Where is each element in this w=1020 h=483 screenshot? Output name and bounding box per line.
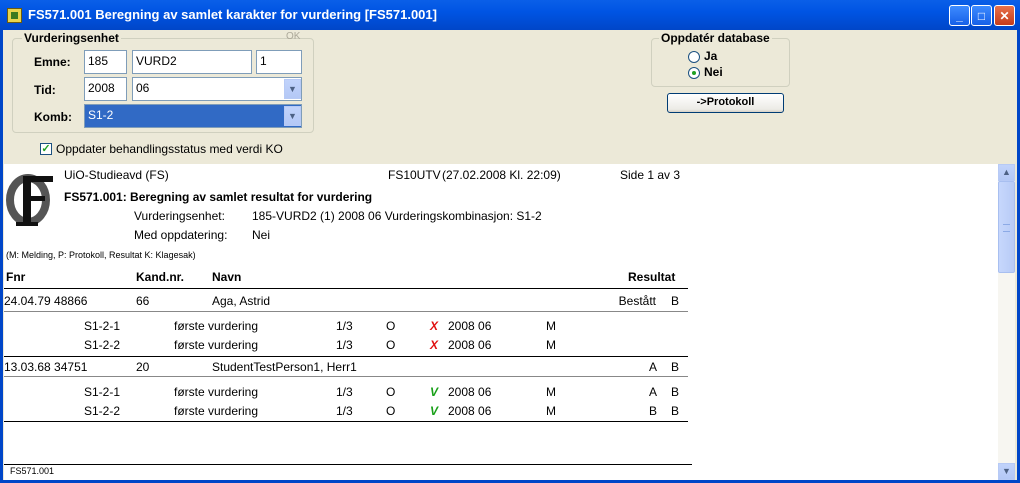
vurdering-o: O	[386, 385, 396, 399]
student-flag: B	[671, 360, 680, 374]
row-rule	[4, 311, 688, 312]
komb-dropdown-chevron-down-icon[interactable]: ▼	[284, 106, 301, 126]
report-org: UiO-Studieavd (FS)	[64, 168, 169, 182]
fail-mark-icon: X	[430, 319, 439, 333]
oppdater-status-checkbox[interactable]: ✓	[40, 143, 52, 155]
footer-rule	[4, 464, 692, 465]
vurdering-fraction: 1/3	[336, 319, 353, 333]
komb-select[interactable]: S1-2	[84, 104, 302, 128]
radio-ja-label[interactable]: Ja	[704, 49, 717, 63]
emne-label: Emne:	[34, 55, 71, 69]
oppdater-database-label: Oppdatér database	[659, 31, 772, 45]
vurderingsenhet-label: Vurderingsenhet	[22, 31, 121, 45]
report-footer: FS571.001	[10, 466, 55, 476]
vurdering-code: S1-2-1	[84, 385, 121, 399]
student-rule	[4, 421, 688, 422]
med-oppdatering-value: Nei	[252, 228, 271, 242]
vurdering-o: O	[386, 319, 396, 333]
report-preview[interactable]: UiO-Studieavd (FS) FS10UTV (27.02.2008 K…	[4, 164, 998, 480]
radio-ja[interactable]	[688, 51, 700, 63]
oppdater-status-label[interactable]: Oppdater behandlingsstatus med verdi KO	[56, 142, 283, 156]
vurdering-flag: B	[671, 385, 680, 399]
vurdering-term: 2008 06	[448, 338, 492, 352]
vurdering-fraction: 1/3	[336, 404, 353, 418]
maximize-button[interactable]: □	[971, 5, 992, 26]
minimize-button[interactable]: _	[949, 5, 970, 26]
fail-mark-icon: X	[430, 338, 439, 352]
window-frame-left	[0, 30, 3, 483]
student-resultat: A	[649, 360, 658, 374]
student-kandnr: 20	[136, 360, 150, 374]
student-resultat: Bestått	[618, 294, 656, 308]
report-page: Side 1 av 3	[620, 168, 681, 182]
vurdering-m: M	[546, 404, 556, 418]
scroll-down-icon[interactable]: ▼	[998, 463, 1015, 480]
vurdering-flag: B	[671, 404, 680, 418]
protokoll-button[interactable]: ->Protokoll	[667, 93, 784, 113]
vurdering-fraction: 1/3	[336, 338, 353, 352]
vurderingsenhet-caption: Vurderingsenhet:	[134, 209, 225, 223]
oppdater-database-group	[651, 38, 790, 87]
vurdering-o: O	[386, 338, 396, 352]
row-rule	[4, 376, 688, 377]
col-resultat: Resultat	[628, 270, 676, 284]
student-navn: Aga, Astrid	[212, 294, 271, 308]
vurdering-m: M	[546, 385, 556, 399]
student-kandnr: 66	[136, 294, 150, 308]
student-navn: StudentTestPerson1, Herr1	[212, 360, 357, 374]
pass-mark-icon: V	[430, 385, 439, 399]
vurdering-term: 2008 06	[448, 319, 492, 333]
tid-label: Tid:	[34, 83, 56, 97]
report-title: FS571.001: Beregning av samlet resultat …	[64, 190, 373, 204]
scroll-up-icon[interactable]: ▲	[998, 164, 1015, 181]
header-rule	[4, 288, 688, 289]
vurdering-desc: første vurdering	[174, 338, 259, 352]
col-kandnr: Kand.nr.	[136, 270, 185, 284]
col-fnr: Fnr	[6, 270, 26, 284]
ok-label: OK	[286, 31, 301, 42]
med-oppdatering-caption: Med oppdatering:	[134, 228, 228, 242]
emne-version-field[interactable]: 1	[256, 50, 302, 74]
tid-term-select[interactable]: 06	[132, 77, 302, 101]
vurderingsenhet-value: 185-VURD2 (1) 2008 06 Vurderingskombinas…	[252, 209, 542, 223]
vurdering-desc: første vurdering	[174, 404, 259, 418]
app-icon[interactable]	[7, 8, 22, 23]
radio-nei[interactable]	[688, 67, 700, 79]
vurdering-code: S1-2-1	[84, 319, 121, 333]
window-title: FS571.001 Beregning av samlet karakter f…	[28, 7, 437, 22]
col-navn: Navn	[212, 270, 242, 284]
tid-year-field[interactable]: 2008	[84, 77, 127, 101]
scroll-thumb[interactable]	[998, 181, 1015, 273]
vurdering-fraction: 1/3	[336, 385, 353, 399]
vurdering-result: A	[649, 385, 658, 399]
emne-code-field[interactable]: 185	[84, 50, 127, 74]
report-legend: (M: Melding, P: Protokoll, Resultat K: K…	[6, 250, 196, 260]
vurdering-code: S1-2-2	[84, 338, 121, 352]
student-fnr: 24.04.79 48866	[4, 294, 88, 308]
fs-logo-icon	[6, 174, 53, 226]
close-button[interactable]: ✕	[994, 5, 1015, 26]
vurdering-term: 2008 06	[448, 404, 492, 418]
vurdering-desc: første vurdering	[174, 385, 259, 399]
tid-dropdown-chevron-down-icon[interactable]: ▼	[284, 79, 301, 99]
vurdering-code: S1-2-2	[84, 404, 121, 418]
student-rule	[4, 356, 688, 357]
report-timestamp: (27.02.2008 Kl. 22:09)	[442, 168, 561, 182]
pass-mark-icon: V	[430, 404, 439, 418]
vurdering-m: M	[546, 338, 556, 352]
vurdering-result: B	[649, 404, 658, 418]
vertical-scrollbar[interactable]: ▲ ▼	[998, 164, 1015, 480]
komb-label: Komb:	[34, 110, 72, 124]
report-code: FS10UTV	[388, 168, 441, 182]
emne-name-field[interactable]: VURD2	[132, 50, 252, 74]
student-flag: B	[671, 294, 680, 308]
vurdering-o: O	[386, 404, 396, 418]
student-fnr: 13.03.68 34751	[4, 360, 88, 374]
title-bar[interactable]: FS571.001 Beregning av samlet karakter f…	[0, 0, 1020, 30]
radio-nei-label[interactable]: Nei	[704, 65, 723, 79]
vurdering-m: M	[546, 319, 556, 333]
vurdering-term: 2008 06	[448, 385, 492, 399]
vurdering-desc: første vurdering	[174, 319, 259, 333]
